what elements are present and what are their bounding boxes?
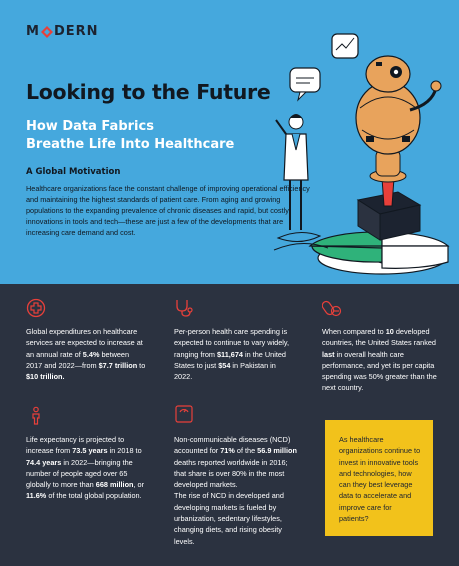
scale-icon: [175, 405, 193, 423]
callout-box: As healthcare organizations continue to …: [325, 420, 433, 536]
stat-highlight: last: [322, 349, 335, 359]
stat-highlight: $11,674: [217, 349, 243, 359]
doctor-figure: [273, 114, 329, 251]
stat-highlight: 71%: [220, 446, 235, 456]
logo-o-icon: [40, 25, 53, 38]
stat-expenditures: Global expenditures on healthcare servic…: [26, 326, 146, 382]
logo-text-start: M: [26, 24, 40, 39]
stat-text: to: [137, 360, 146, 370]
stat-highlight: 11.6%: [26, 491, 47, 501]
stat-highlight: 668 million: [95, 480, 134, 490]
chat-bubble-icons: [289, 33, 359, 102]
stat-ncd-second-paragraph: The rise of NCD in developed and develop…: [174, 491, 284, 546]
robot-stand: [356, 177, 422, 241]
stat-text: of the total global population.: [46, 491, 142, 501]
stat-ncd: Non-communicable diseases (NCD) accounte…: [174, 434, 300, 547]
stat-highlight: 73.5 years: [72, 446, 108, 456]
robot-doctor-illustration: [273, 33, 450, 275]
stat-text: of the: [234, 446, 258, 456]
stat-highlight: $7.7 trillion: [98, 360, 138, 370]
stethoscope-icon: [176, 300, 193, 317]
stat-ranking: When compared to 10 developed countries,…: [322, 326, 440, 394]
stat-spending: Per-person health care spending is expec…: [174, 326, 296, 382]
stat-text: When compared to: [322, 327, 386, 336]
stat-highlight: 56.9 million: [257, 446, 297, 456]
intro-heading: A Global Motivation: [26, 167, 121, 177]
modern-logo: M DERN: [26, 24, 99, 39]
person-icon: [32, 406, 40, 425]
pills-icon: [322, 300, 342, 317]
hero-section: M DERN Looking to the Future How Data Fa…: [0, 0, 459, 284]
stat-life-expectancy: Life expectancy is projected to increase…: [26, 434, 150, 502]
stat-text: deaths reported worldwide in 2016; that …: [174, 457, 288, 490]
stat-text: , or: [133, 480, 145, 490]
subtitle-line-2: Breathe Life Into Healthcare: [26, 137, 235, 152]
stat-highlight: $54: [218, 360, 231, 370]
stat-highlight: 10: [385, 327, 394, 336]
page-title: Looking to the Future: [26, 80, 271, 104]
stat-highlight: 74.4 years: [26, 457, 62, 467]
logo-text-end: DERN: [53, 24, 99, 39]
page-subtitle: How Data Fabrics Breathe Life Into Healt…: [26, 118, 266, 154]
stat-highlight: $10 trillion.: [26, 372, 65, 382]
subtitle-line-1: How Data Fabrics: [26, 119, 154, 134]
stat-text: in overall health care performance, and …: [322, 349, 437, 393]
stat-text: in 2018 to: [107, 446, 142, 456]
stat-highlight: 5.4%: [82, 349, 100, 359]
robot-figure: [355, 55, 442, 183]
medical-cross-icon: [26, 298, 46, 318]
